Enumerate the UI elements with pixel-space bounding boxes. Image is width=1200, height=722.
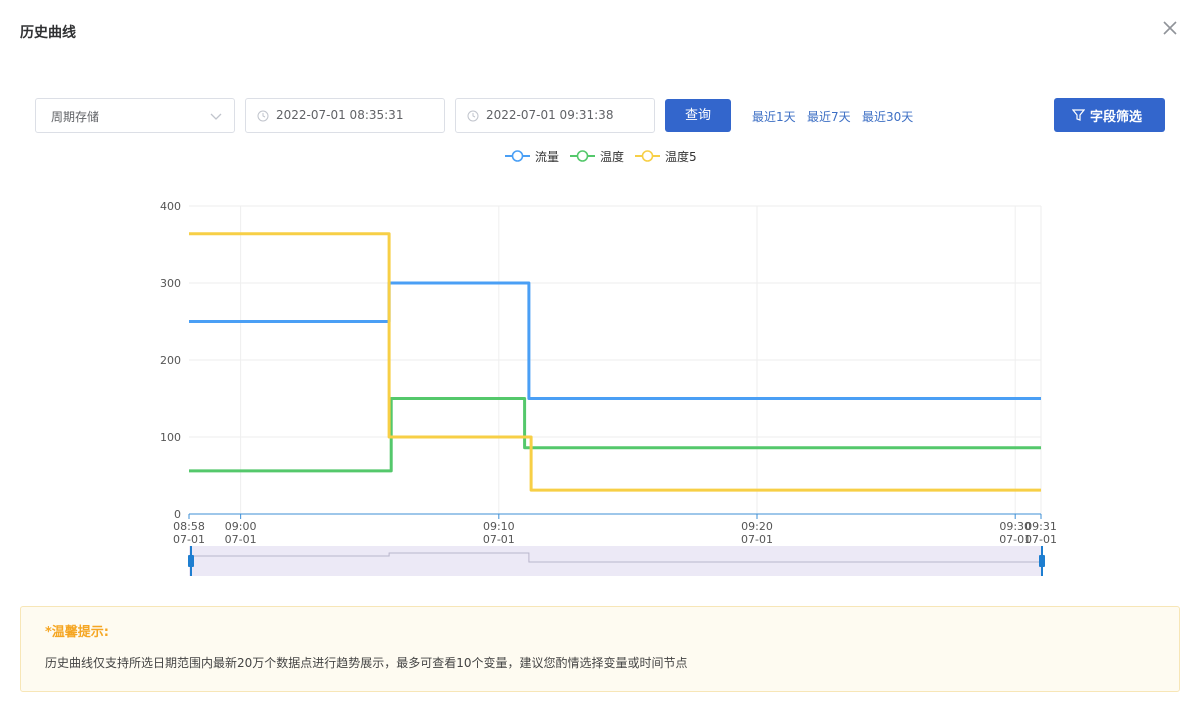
x-tick-label: 08:58: [173, 520, 205, 533]
series-line-2: [189, 397, 1041, 473]
x-tick-date-label: 07-01: [225, 533, 257, 546]
y-tick-label: 300: [160, 277, 181, 290]
history-chart: 010020030040008:5807-0109:0007-0109:1007…: [160, 200, 1057, 576]
x-tick-date-label: 07-01: [1025, 533, 1057, 546]
zoom-handle-grip[interactable]: [1039, 555, 1045, 567]
y-tick-label: 400: [160, 200, 181, 213]
x-tick-date-label: 07-01: [173, 533, 205, 546]
tips-text: 历史曲线仅支持所选日期范围内最新20万个数据点进行趋势展示，最多可查看10个变量…: [45, 656, 688, 670]
x-tick-date-label: 07-01: [741, 533, 773, 546]
zoom-slider-track: [189, 546, 1041, 576]
series-line-1: [189, 281, 1041, 400]
x-tick-label: 09:10: [483, 520, 515, 533]
x-tick-label: 09:00: [225, 520, 257, 533]
x-tick-date-label: 07-01: [483, 533, 515, 546]
zoom-handle-grip[interactable]: [188, 555, 194, 567]
y-tick-label: 100: [160, 431, 181, 444]
series-line-3: [189, 232, 1041, 492]
tips-title: *温馨提示:: [45, 625, 109, 640]
y-tick-label: 200: [160, 354, 181, 367]
x-tick-label: 09:31: [1025, 520, 1057, 533]
x-tick-label: 09:20: [741, 520, 773, 533]
tips-panel: *温馨提示: 历史曲线仅支持所选日期范围内最新20万个数据点进行趋势展示，最多可…: [20, 606, 1180, 692]
